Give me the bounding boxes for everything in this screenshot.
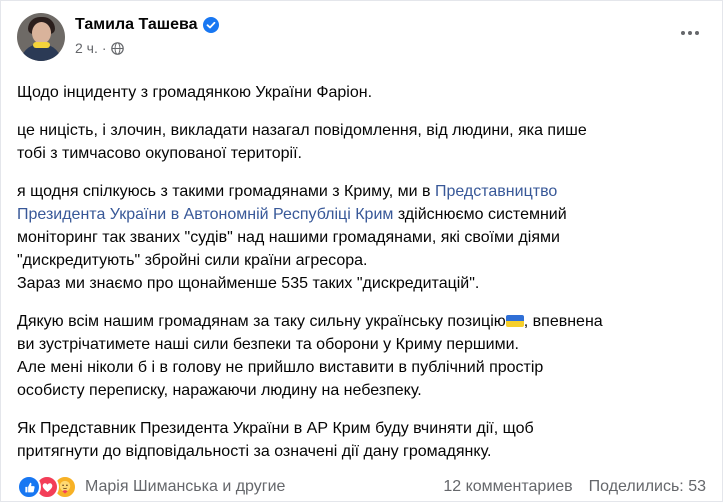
text-line: Але мені ніколи б і в голову не прийшло … [17,359,544,376]
text-segment: Дякую всім нашим громадянам за таку силь… [17,313,506,330]
representation-link[interactable]: Представництво [435,183,557,200]
facebook-post: Тамила Ташева 2 ч. · Щодо інциденту з гр… [0,0,723,502]
reactions-summary[interactable] [17,475,77,499]
post-timestamp[interactable]: 2 ч. [75,40,98,56]
paragraph-5: Як Представник Президента України в АР К… [17,417,706,463]
text-line: Зараз ми знаємо про щонайменше 535 таких… [17,275,480,292]
text-line: Як Представник Президента України в АР К… [17,420,534,437]
post-stats: 12 комментариев Поделились: 53 [443,478,706,496]
text-segment: я щодня спілкуюсь з такими громадянами з… [17,183,435,200]
paragraph-2: це ницість, і злочин, викладати назагал … [17,119,706,165]
text-line: Дякую всім нашим громадянам за таку силь… [17,310,706,333]
ukraine-flag-icon [505,315,524,327]
author-name[interactable]: Тамила Ташева [75,16,197,34]
verified-badge-icon [203,17,220,33]
comments-count[interactable]: 12 комментариев [443,478,572,496]
globe-icon [110,41,124,55]
text-line: я щодня спілкуюсь з такими громадянами з… [17,180,706,203]
text-line: Президента України в Автономній Республі… [17,203,706,226]
post-text: Щодо інциденту з громадянкою України Фар… [17,81,706,478]
text-segment: здійснюємо системний [393,206,567,223]
text-line: тобі з тимчасово окупованої території. [17,145,302,162]
more-options-icon[interactable] [674,21,706,45]
text-line: особисту переписку, наражаючи людину на … [17,382,422,399]
reacted-by-text[interactable]: Марія Шиманська и другие [85,478,285,496]
representation-link-continued[interactable]: Президента України в Автономній Республі… [17,206,393,223]
paragraph-1: Щодо інциденту з громадянкою України Фар… [17,81,706,104]
post-meta: 2 ч. · [75,40,124,56]
post-header: Тамила Ташева 2 ч. · [17,13,706,61]
text-line: "дискредитують" збройні сили країни агре… [17,252,368,269]
post-footer: Марія Шиманська и другие 12 комментариев… [17,471,706,503]
text-segment: , впевнена [523,313,603,330]
author-avatar[interactable] [17,13,65,61]
text-line: Щодо інциденту з громадянкою України Фар… [17,84,373,101]
like-reaction-icon [17,475,41,499]
paragraph-4: Дякую всім нашим громадянам за таку силь… [17,310,706,402]
shares-count[interactable]: Поделились: 53 [589,478,706,496]
author-row: Тамила Ташева [75,16,220,34]
text-line: ви зустрічатимете наші сили безпеки та о… [17,336,519,353]
text-line: це ницість, і злочин, викладати назагал … [17,122,587,139]
text-line: притягнути до відповідальності за означе… [17,443,492,460]
meta-separator: · [101,40,107,56]
text-line: моніторинг так званих "судів" над нашими… [17,229,560,246]
paragraph-3: я щодня спілкуюсь з такими громадянами з… [17,180,706,295]
